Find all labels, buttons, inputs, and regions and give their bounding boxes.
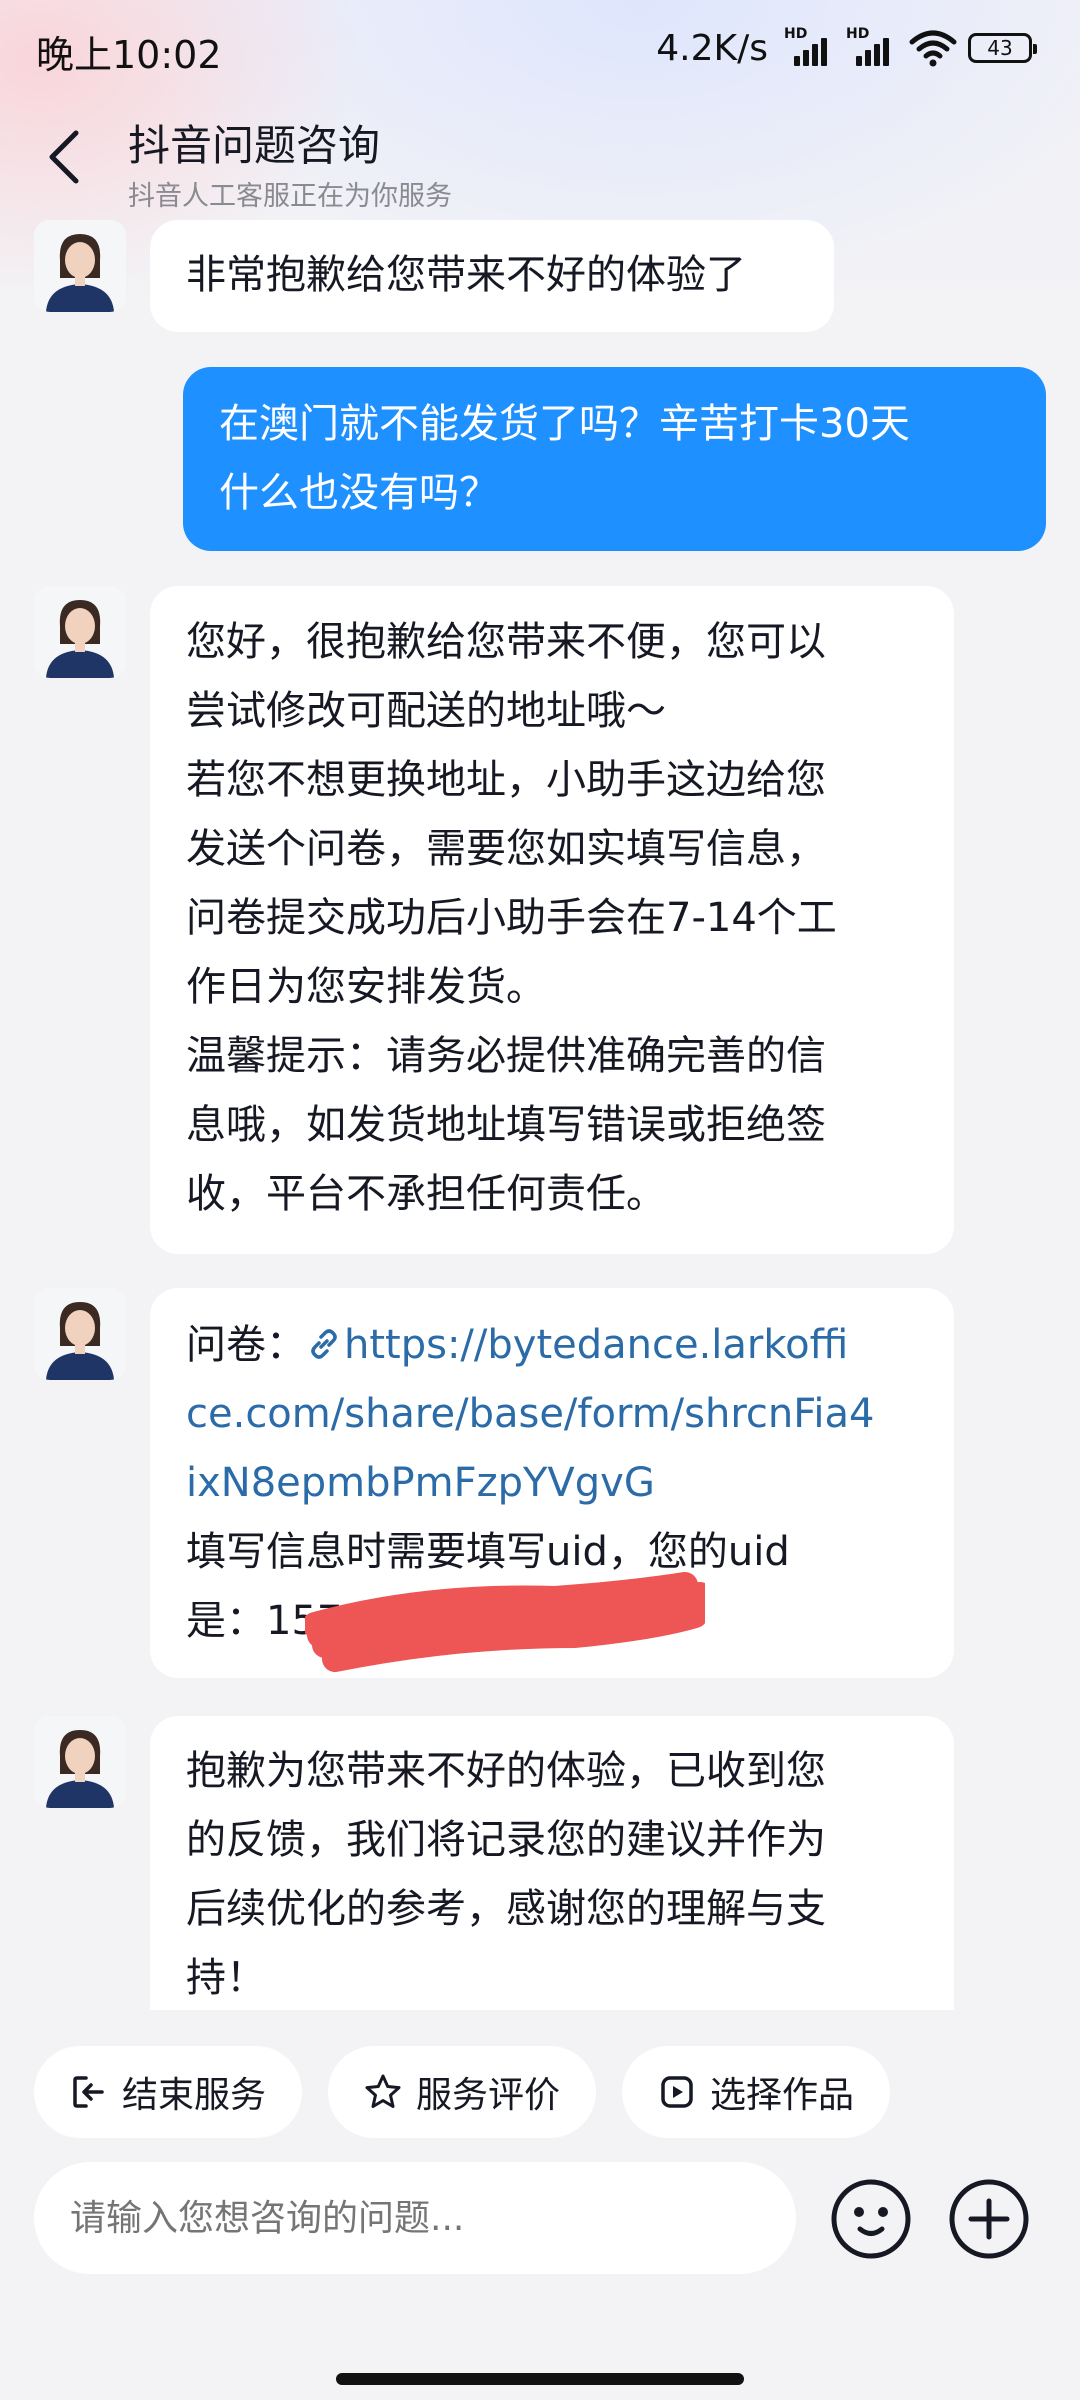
message-text: 在澳门就不能发货了吗？辛苦打卡30天: [219, 401, 910, 447]
message-text: 作日为您安排发货。: [186, 964, 546, 1010]
agent-avatar-image: [34, 220, 126, 312]
agent-avatar[interactable]: [34, 586, 126, 678]
add-more-button[interactable]: [948, 2178, 1030, 2260]
message-text: 抱歉为您带来不好的体验，已收到您: [186, 1748, 826, 1794]
message-text: 后续优化的参考，感谢您的理解与支: [186, 1886, 826, 1932]
rate-service-button[interactable]: 服务评价: [328, 2046, 597, 2138]
agent-avatar-image: [34, 586, 126, 678]
status-time: 晚上10:02: [36, 33, 222, 77]
status-icons: 4.2K/s HD HD 43: [656, 24, 1037, 72]
signal-sim2-icon: HD: [846, 26, 898, 68]
message-text-block: 抱歉为您带来不好的体验，已收到您 的反馈，我们将记录您的建议并作为 后续优化的参…: [186, 1737, 826, 2013]
network-speed: 4.2K/s: [656, 27, 768, 69]
message-text: 发送个问卷，需要您如实填写信息，: [186, 826, 826, 872]
page-subtitle: 抖音人工客服正在为你服务: [128, 181, 452, 212]
message-text: 您好，很抱歉给您带来不便，您可以: [186, 619, 826, 665]
message-text: 什么也没有吗？: [219, 470, 499, 516]
end-service-button[interactable]: 结束服务: [34, 2046, 303, 2138]
message-text: 若您不想更换地址，小助手这边给您: [186, 757, 826, 803]
questionnaire-label: 问卷：: [186, 1322, 306, 1368]
status-bar: 晚上10:02 4.2K/s HD HD 43: [0, 0, 1080, 96]
home-indicator[interactable]: [336, 2373, 744, 2385]
select-work-button[interactable]: 选择作品: [622, 2046, 891, 2138]
question-input[interactable]: [34, 2162, 796, 2274]
agent-avatar[interactable]: [34, 1288, 126, 1380]
battery-icon: 43: [968, 33, 1037, 63]
back-button[interactable]: [36, 122, 92, 192]
link-icon: [311, 1329, 337, 1359]
message-text: 温馨提示：请务必提供准确完善的信: [186, 1033, 826, 1079]
video-select-icon: [661, 2076, 693, 2108]
agent-avatar-image: [34, 1716, 126, 1808]
end-service-label: 结束服务: [122, 2075, 267, 2116]
message-text: 非常抱歉给您带来不好的体验了: [186, 252, 746, 298]
exit-icon: [73, 2076, 104, 2108]
emoji-button[interactable]: [830, 2178, 912, 2260]
message-bubble-user: 在澳门就不能发货了吗？辛苦打卡30天 什么也没有吗？: [183, 367, 1046, 551]
signal-sim1-icon: HD: [784, 26, 836, 68]
questionnaire-link[interactable]: https://bytedance.larkoffi: [306, 1322, 848, 1368]
message-text: 持！: [186, 1955, 266, 2001]
rate-service-label: 服务评价: [416, 2075, 561, 2116]
message-text-block: 您好，很抱歉给您带来不便，您可以 尝试修改可配送的地址哦～ 若您不想更换地址，小…: [186, 608, 837, 1229]
agent-avatar[interactable]: [34, 1716, 126, 1808]
questionnaire-link[interactable]: ixN8epmbPmFzpYVgvG: [186, 1449, 874, 1518]
message-text: 的反馈，我们将记录您的建议并作为: [186, 1817, 826, 1863]
redaction-scribble: [305, 1572, 705, 1672]
agent-avatar-image: [34, 1288, 126, 1380]
message-text: 收，平台不承担任何责任。: [186, 1171, 666, 1217]
page-title: 抖音问题咨询: [128, 121, 381, 170]
message-text: 问卷： https://bytedance.larkoffi: [186, 1311, 874, 1380]
message-bubble-agent: 非常抱歉给您带来不好的体验了: [150, 220, 834, 332]
wifi-icon: [909, 30, 957, 67]
message-text: 问卷提交成功后小助手会在7-14个工: [186, 895, 837, 941]
chat-screen: 晚上10:02 4.2K/s HD HD 43 抖音问题咨询 抖音人工客服正在为…: [0, 0, 1080, 2400]
quick-actions-bar: 结束服务 服务评价 选择作品: [34, 2046, 891, 2138]
message-text: 息哦，如发货地址填写错误或拒绝签: [186, 1102, 826, 1148]
agent-avatar[interactable]: [34, 220, 126, 312]
message-text: 尝试修改可配送的地址哦～: [186, 688, 666, 734]
chevron-left-icon: [49, 130, 79, 184]
star-icon: [365, 2074, 401, 2108]
chat-header: 抖音问题咨询 抖音人工客服正在为你服务: [0, 104, 1080, 214]
questionnaire-link[interactable]: ce.com/share/base/form/shrcnFia4: [186, 1380, 874, 1449]
select-work-label: 选择作品: [710, 2075, 855, 2116]
